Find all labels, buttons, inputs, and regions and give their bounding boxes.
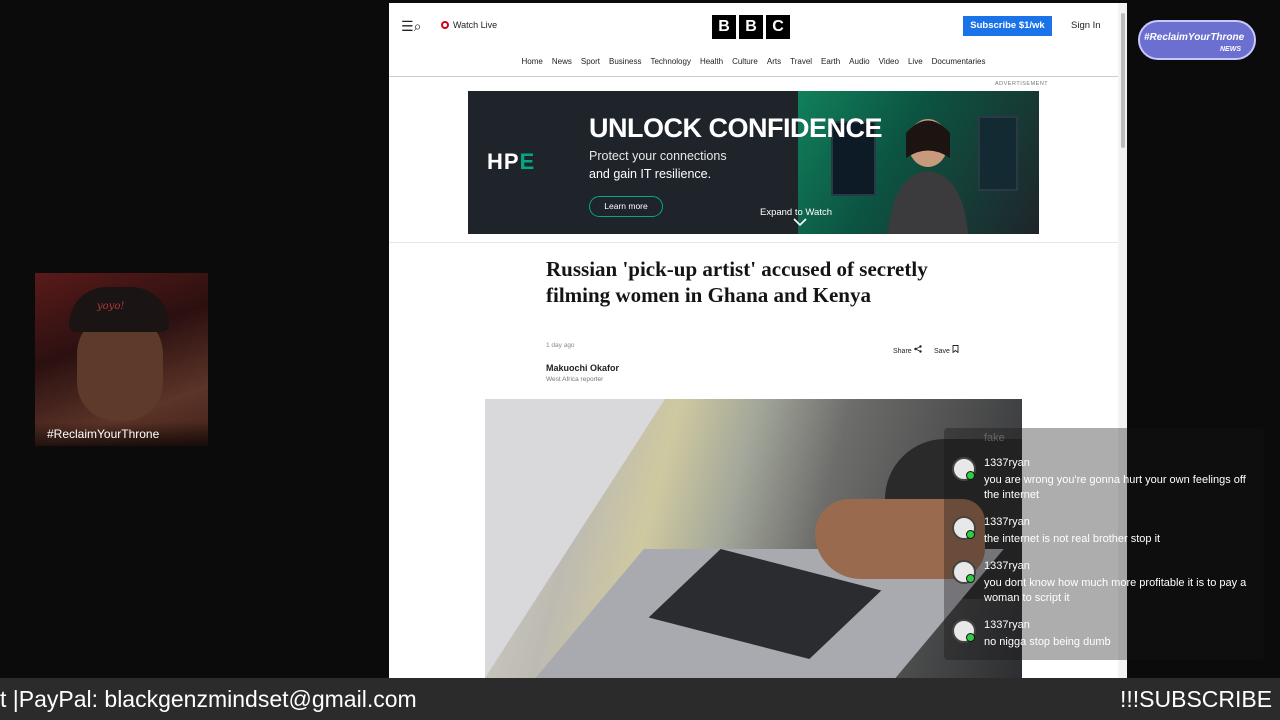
chat-username: 1337ryan bbox=[984, 619, 1030, 631]
chat-text: the internet is not real brother stop it bbox=[984, 533, 1161, 545]
share-label: Share bbox=[893, 348, 912, 355]
nav-item-travel[interactable]: Travel bbox=[790, 57, 812, 76]
webcam-hashtag: #ReclaimYourThrone bbox=[35, 422, 208, 446]
article-image bbox=[485, 399, 1022, 678]
nav-item-business[interactable]: Business bbox=[609, 57, 641, 76]
menu-search-icons[interactable]: ☰⌕ bbox=[401, 19, 421, 35]
chat-text: you are wrong you're gonna hurt your own… bbox=[984, 474, 1246, 501]
ticker-text: t |PayPal: blackgenzmindset@gmail.com bbox=[0, 686, 417, 712]
bbc-header: ☰⌕ Watch Live B B C Subscribe $1/wk Sign… bbox=[389, 3, 1127, 51]
channel-news-logo: #ReclaimYourThrone NEWS bbox=[1138, 18, 1256, 61]
ad-subtext: and gain IT resilience. bbox=[589, 167, 712, 181]
chat-text: no nigga stop being dumb bbox=[984, 636, 1111, 648]
nav-item-health[interactable]: Health bbox=[700, 57, 723, 76]
logo-letter: B bbox=[739, 15, 763, 39]
logo-letter: C bbox=[766, 15, 790, 39]
share-icon bbox=[913, 345, 922, 353]
subscribe-button[interactable]: Subscribe $1/wk bbox=[963, 16, 1052, 36]
ad-headline: UNLOCK CONFIDENCE bbox=[589, 113, 883, 143]
search-icon[interactable]: ⌕ bbox=[414, 19, 422, 35]
nav-item-arts[interactable]: Arts bbox=[767, 57, 781, 76]
bookmark-icon bbox=[952, 345, 959, 354]
nav-item-audio[interactable]: Audio bbox=[849, 57, 869, 76]
nav-item-earth[interactable]: Earth bbox=[821, 57, 840, 76]
live-dot-icon bbox=[441, 21, 449, 29]
article-date: 1 day ago bbox=[546, 342, 575, 349]
chat-text: you dont know how much more profitable i… bbox=[984, 577, 1247, 604]
nav-item-video[interactable]: Video bbox=[879, 57, 899, 76]
author-role: West Africa reporter bbox=[546, 376, 604, 383]
faded-chat-text: fake bbox=[984, 432, 1005, 444]
hat-logo-text: yoyo! bbox=[97, 301, 125, 312]
divider bbox=[389, 242, 1118, 243]
stream-stage: ☰⌕ Watch Live B B C Subscribe $1/wk Sign… bbox=[0, 0, 1280, 720]
scrollbar-thumb[interactable] bbox=[1121, 13, 1125, 148]
article-headline: Russian 'pick-up artist' accused of secr… bbox=[546, 257, 928, 307]
status-badge bbox=[966, 574, 975, 583]
hpe-logo: HPE bbox=[487, 149, 536, 174]
logo-letter: B bbox=[712, 15, 736, 39]
learn-more-button[interactable]: Learn more bbox=[589, 196, 663, 217]
nav-item-culture[interactable]: Culture bbox=[732, 57, 758, 76]
status-badge bbox=[966, 530, 975, 539]
ad-banner[interactable]: HPE UNLOCK CONFIDENCE Protect your conne… bbox=[468, 91, 1039, 234]
author-name[interactable]: Makuochi Okafor bbox=[546, 363, 619, 373]
ad-subtext: Protect your connections bbox=[589, 149, 727, 163]
nav-item-home[interactable]: Home bbox=[522, 57, 543, 76]
chevron-down-icon[interactable] bbox=[793, 218, 807, 229]
logo-hashtag: #ReclaimYourThrone bbox=[1144, 32, 1245, 43]
chat-overlay: fake 1337ryan you are wrong you're gonna… bbox=[944, 428, 1264, 660]
watch-live-link[interactable]: Watch Live bbox=[441, 20, 497, 30]
main-nav: Home News Sport Business Technology Heal… bbox=[389, 55, 1118, 77]
share-button[interactable]: Share bbox=[893, 345, 922, 355]
status-badge bbox=[966, 633, 975, 642]
nav-item-news[interactable]: News bbox=[552, 57, 572, 76]
sign-in-link[interactable]: Sign In bbox=[1071, 20, 1101, 31]
save-label: Save bbox=[934, 348, 950, 355]
person-graphic bbox=[888, 119, 968, 234]
watch-live-label: Watch Live bbox=[453, 20, 498, 30]
bbc-logo[interactable]: B B C bbox=[712, 15, 790, 39]
ticker-text: !!!SUBSCRIBE bbox=[1120, 686, 1273, 712]
expand-to-watch-link[interactable]: Expand to Watch bbox=[760, 207, 832, 218]
chat-username: 1337ryan bbox=[984, 560, 1030, 572]
chat-username: 1337ryan bbox=[984, 516, 1030, 528]
nav-item-technology[interactable]: Technology bbox=[650, 57, 690, 76]
save-button[interactable]: Save bbox=[934, 345, 959, 355]
chat-username: 1337ryan bbox=[984, 457, 1030, 469]
ticker-bar: t |PayPal: blackgenzmindset@gmail.com !!… bbox=[0, 678, 1280, 720]
nav-item-documentaries[interactable]: Documentaries bbox=[932, 57, 986, 76]
logo-news-label: NEWS bbox=[1220, 46, 1241, 53]
nav-item-sport[interactable]: Sport bbox=[581, 57, 600, 76]
webcam-overlay: yoyo! #ReclaimYourThrone bbox=[35, 273, 208, 446]
advertisement-label: ADVERTISEMENT bbox=[995, 81, 1049, 87]
status-badge bbox=[966, 471, 975, 480]
menu-icon[interactable]: ☰ bbox=[401, 19, 414, 35]
nav-item-live[interactable]: Live bbox=[908, 57, 923, 76]
